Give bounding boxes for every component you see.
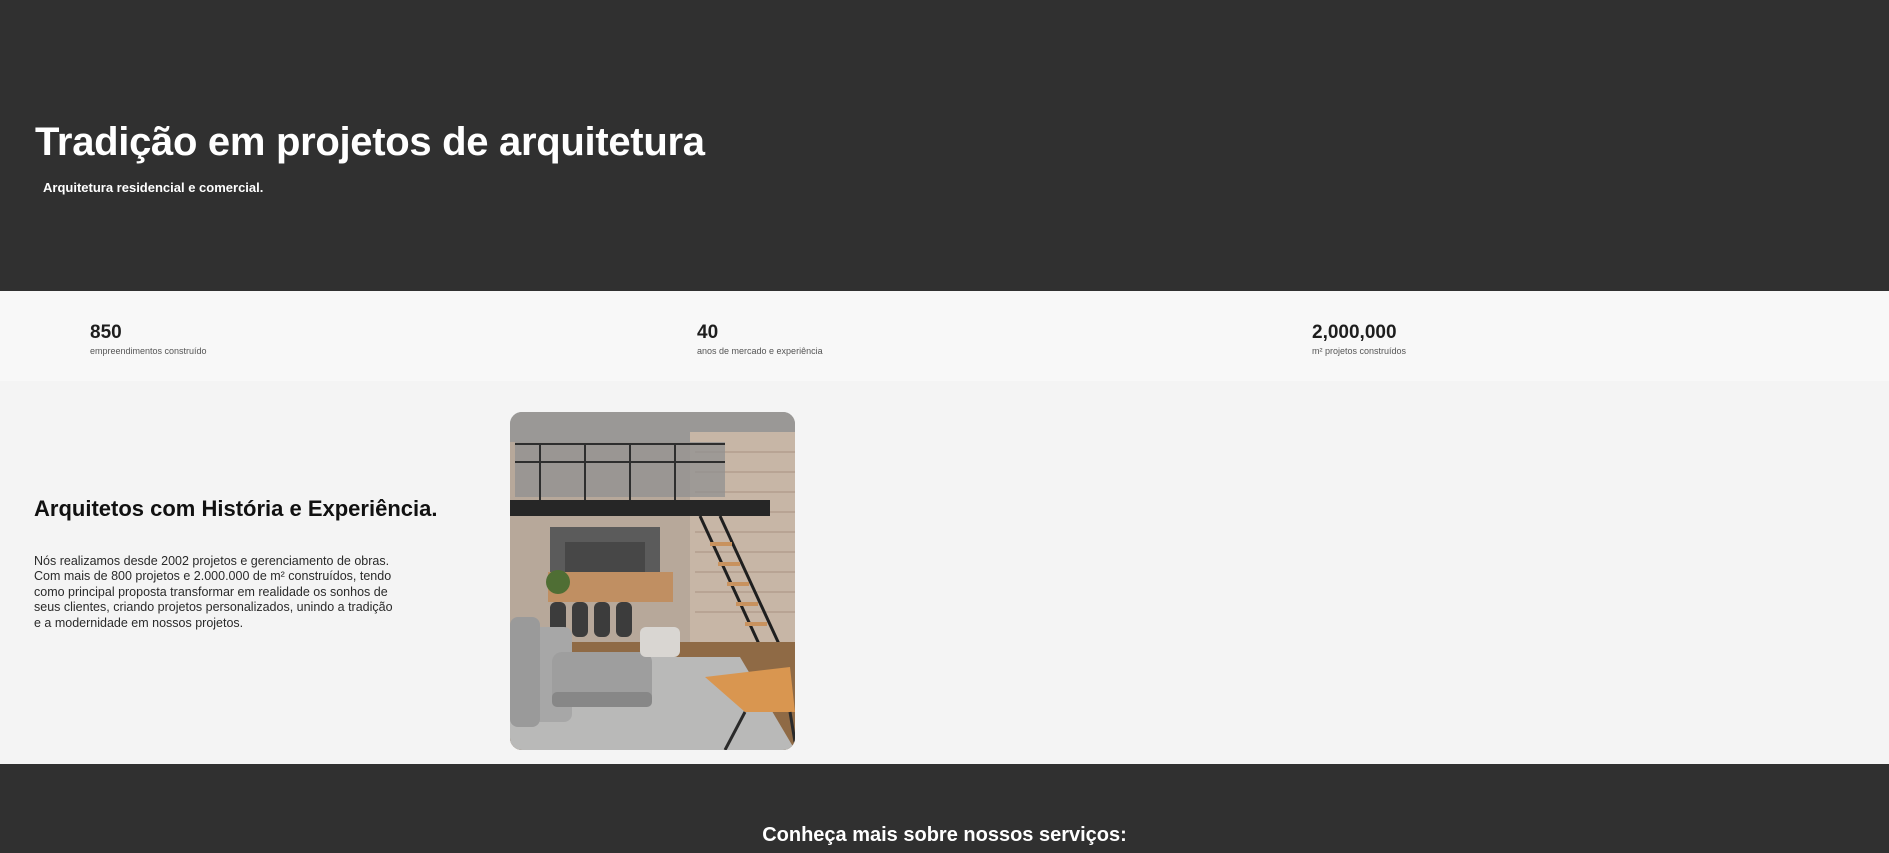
loft-interior-image [510, 412, 795, 750]
about-line: e a modernidade em nossos projetos. [34, 615, 244, 630]
stat-value: 2,000,000 [1312, 322, 1397, 343]
stat-value: 40 [697, 322, 719, 343]
about-line: seus clientes, criando projetos personal… [34, 600, 393, 615]
stat-value: 850 [90, 322, 122, 343]
hero-title: Tradição em projetos de arquitetura [35, 120, 705, 164]
stat-label: empreendimentos construído [90, 346, 207, 356]
stat-label: anos de mercado e experiência [697, 346, 823, 356]
stat-projects: 850 empreendimentos construído [90, 321, 207, 357]
stat-area: 2,000,000 m² projetos construídos [1312, 321, 1406, 357]
stats-section: 850 empreendimentos construído 40 anos d… [0, 291, 1889, 381]
services-section: Conheça mais sobre nossos serviços: [0, 764, 1889, 853]
about-paragraph: Nós realizamos desde 2002 projetos e ger… [34, 554, 434, 631]
about-section: Arquitetos com História e Experiência. N… [0, 381, 1889, 764]
hero-section: Tradição em projetos de arquitetura Arqu… [0, 0, 1889, 291]
services-title: Conheça mais sobre nossos serviços: [762, 824, 1127, 846]
about-line: Com mais de 800 projetos e 2.000.000 de … [34, 569, 392, 584]
hero-subtitle: Arquitetura residencial e comercial. [43, 180, 264, 195]
stat-label: m² projetos construídos [1312, 346, 1407, 356]
stat-years: 40 anos de mercado e experiência [697, 321, 823, 357]
about-line: Nós realizamos desde 2002 projetos e ger… [34, 554, 390, 568]
about-title: Arquitetos com História e Experiência. [34, 496, 438, 521]
about-line: como principal proposta transformar em r… [34, 584, 388, 599]
